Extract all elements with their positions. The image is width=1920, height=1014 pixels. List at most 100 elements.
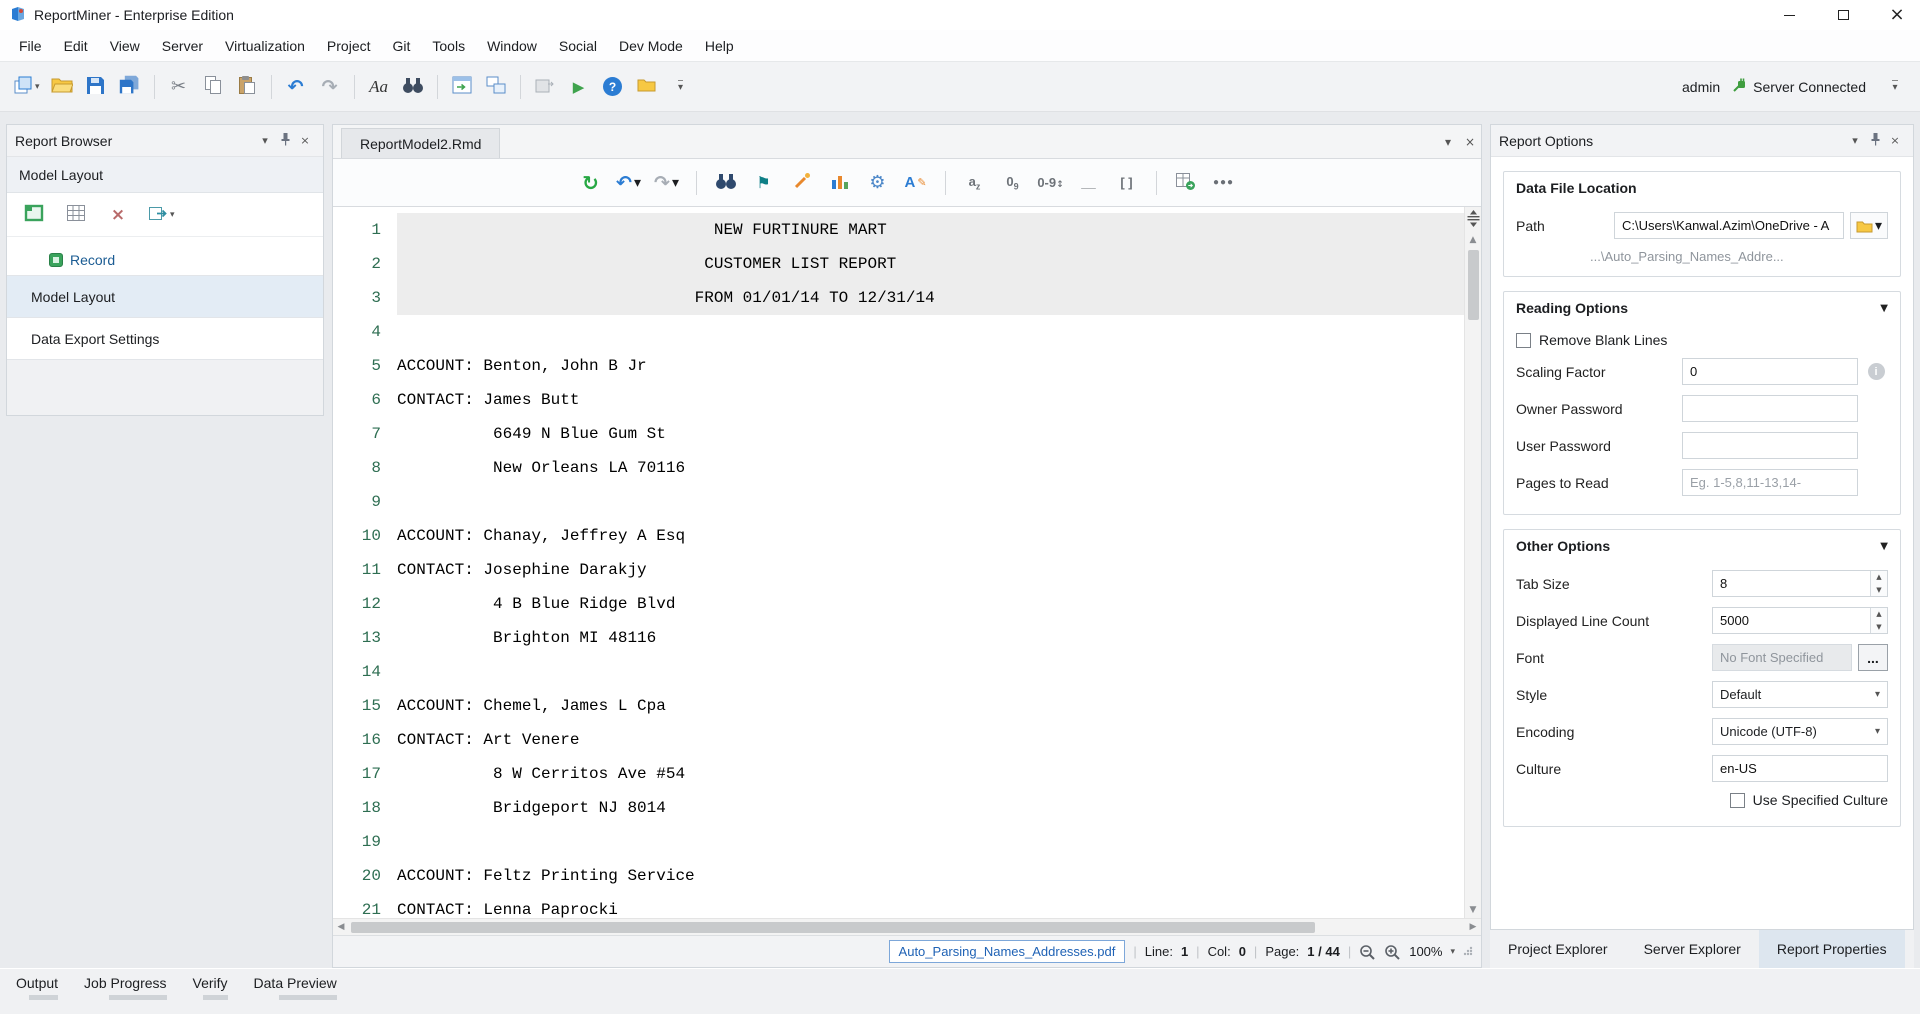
scroll-up-arrow[interactable]: ▲ — [1465, 232, 1481, 248]
menu-item[interactable]: Window — [476, 30, 548, 62]
tab-list-chevron-icon[interactable]: ▾ — [1437, 135, 1459, 149]
numeric-button[interactable]: 09 — [999, 168, 1027, 198]
zoom-dropdown-icon[interactable]: ▾ — [1450, 947, 1455, 957]
menu-item[interactable]: Social — [548, 30, 608, 62]
menu-item[interactable]: Server — [151, 30, 214, 62]
vertical-scrollbar[interactable]: ▲ ▼ — [1464, 207, 1481, 918]
flag-region-button[interactable]: ⚑ — [750, 168, 778, 198]
font-browse-button[interactable]: ... — [1858, 644, 1888, 671]
style-dropdown[interactable]: Default ▾ — [1712, 681, 1888, 708]
horizontal-scrollbar[interactable]: ◀ ▶ — [333, 918, 1481, 935]
dataflow-button[interactable] — [447, 71, 477, 103]
spin-up-icon[interactable]: ▲ — [1876, 573, 1881, 581]
collapse-arrow-icon[interactable]: ▼ — [1880, 541, 1888, 552]
find-button[interactable] — [398, 71, 428, 103]
scrollbar-thumb[interactable] — [351, 922, 1315, 933]
editor-content[interactable]: 1 NEW FURTINURE MART 2 CUSTOMER LIST REP… — [333, 207, 1464, 918]
auto-create-fields-button[interactable] — [788, 168, 816, 198]
menu-item[interactable]: Help — [694, 30, 745, 62]
zoom-out-button[interactable] — [1359, 944, 1376, 960]
format-font-button[interactable]: A✎ — [902, 168, 930, 198]
tree-item-record[interactable]: Record — [7, 245, 323, 275]
export-button[interactable]: ▾ — [145, 199, 178, 231]
scaling-factor-input[interactable] — [1682, 358, 1858, 385]
resize-grip-icon[interactable] — [1463, 944, 1473, 959]
editor-undo-button[interactable]: ↶▾ — [615, 168, 643, 198]
chevron-down-icon[interactable]: ▾ — [255, 134, 275, 147]
sort-az-button[interactable]: az — [961, 168, 989, 198]
spin-down-icon[interactable]: ▼ — [1876, 586, 1881, 594]
run-button[interactable]: ▶ — [564, 71, 594, 103]
minimize-button[interactable] — [1766, 0, 1812, 30]
pattern-settings-button[interactable]: ⚙ — [864, 168, 892, 198]
workflow-button[interactable] — [481, 71, 511, 103]
scroll-down-arrow[interactable]: ▼ — [1465, 902, 1481, 918]
menu-item[interactable]: View — [99, 30, 151, 62]
menu-item[interactable]: Project — [316, 30, 382, 62]
remove-blank-lines-checkbox[interactable] — [1516, 333, 1531, 348]
scroll-left-arrow[interactable]: ◀ — [333, 919, 349, 935]
owner-password-input[interactable] — [1682, 395, 1858, 422]
menu-item[interactable]: Edit — [53, 30, 99, 62]
redo-button[interactable]: ↷ — [315, 71, 345, 103]
panel-tab[interactable]: Server Explorer — [1626, 930, 1759, 968]
panel-tab[interactable]: Report Properties — [1759, 930, 1905, 968]
numeric-sort-button[interactable]: 0-9↕ — [1037, 168, 1065, 198]
refresh-button[interactable]: ↻ — [577, 168, 605, 198]
browse-path-button[interactable]: ▾ — [1850, 212, 1888, 239]
copy-button[interactable] — [198, 71, 228, 103]
culture-input[interactable] — [1712, 755, 1888, 782]
help-button[interactable]: ? — [598, 71, 628, 103]
more-options-button[interactable]: ●●● — [1210, 168, 1238, 198]
save-button[interactable] — [81, 71, 111, 103]
font-button[interactable]: Aa — [364, 71, 394, 103]
user-password-input[interactable] — [1682, 432, 1858, 459]
bottom-tab[interactable]: Job Progress — [84, 975, 166, 1000]
toolbar-options-button[interactable]: ▾ — [1880, 71, 1910, 103]
spin-down-icon[interactable]: ▼ — [1876, 623, 1881, 631]
close-document-icon[interactable]: × — [1459, 135, 1481, 149]
spin-up-icon[interactable]: ▲ — [1876, 610, 1881, 618]
menu-item[interactable]: Git — [382, 30, 422, 62]
paste-button[interactable] — [232, 71, 262, 103]
bottom-tab[interactable]: Output — [16, 975, 58, 1000]
deploy-button[interactable] — [530, 71, 560, 103]
browse-folder-button[interactable] — [632, 71, 662, 103]
group-heading[interactable]: Other Options ▼ — [1504, 530, 1900, 560]
tab-size-stepper[interactable]: ▲▼ — [1712, 570, 1888, 597]
open-file-button[interactable] — [47, 71, 77, 103]
new-model-button[interactable]: ▾ — [10, 71, 43, 103]
undo-button[interactable]: ↶ — [281, 71, 311, 103]
pin-icon[interactable] — [275, 132, 295, 149]
path-input[interactable] — [1614, 212, 1844, 239]
scrollbar-thumb[interactable] — [1468, 250, 1479, 320]
delete-button[interactable]: × — [103, 199, 133, 231]
displayed-line-count-input[interactable] — [1712, 607, 1888, 634]
underscore-button[interactable]: __ — [1075, 168, 1103, 198]
toolbar-overflow-button[interactable]: ▾ — [666, 71, 696, 103]
bottom-tab[interactable]: Data Preview — [254, 975, 337, 1000]
save-all-button[interactable] — [115, 71, 145, 103]
editor-redo-button[interactable]: ↷▾ — [653, 168, 681, 198]
collapse-arrow-icon[interactable]: ▼ — [1880, 303, 1888, 314]
brackets-button[interactable]: [ ] — [1113, 168, 1141, 198]
document-tab[interactable]: ReportModel2.Rmd — [341, 128, 500, 158]
split-editor-handle[interactable] — [1467, 207, 1480, 232]
menu-item[interactable]: Tools — [421, 30, 476, 62]
export-table-button[interactable] — [1172, 168, 1200, 198]
pin-icon[interactable] — [1865, 132, 1885, 149]
close-button[interactable]: × — [1874, 0, 1920, 30]
close-icon[interactable]: × — [295, 134, 315, 147]
encoding-dropdown[interactable]: Unicode (UTF-8) ▾ — [1712, 718, 1888, 745]
menu-item[interactable]: Dev Mode — [608, 30, 694, 62]
grid-view-button[interactable] — [61, 199, 91, 231]
bottom-tab[interactable]: Verify — [193, 975, 228, 1000]
group-heading[interactable]: Reading Options ▼ — [1504, 292, 1900, 322]
add-region-button[interactable] — [19, 199, 49, 231]
menu-item[interactable]: Virtualization — [214, 30, 316, 62]
panel-tab[interactable]: Project Explorer — [1490, 930, 1626, 968]
menu-item[interactable]: File — [8, 30, 53, 62]
zoom-level[interactable]: 100% — [1409, 944, 1442, 959]
chevron-down-icon[interactable]: ▾ — [1845, 134, 1865, 147]
zoom-in-button[interactable] — [1384, 944, 1401, 960]
